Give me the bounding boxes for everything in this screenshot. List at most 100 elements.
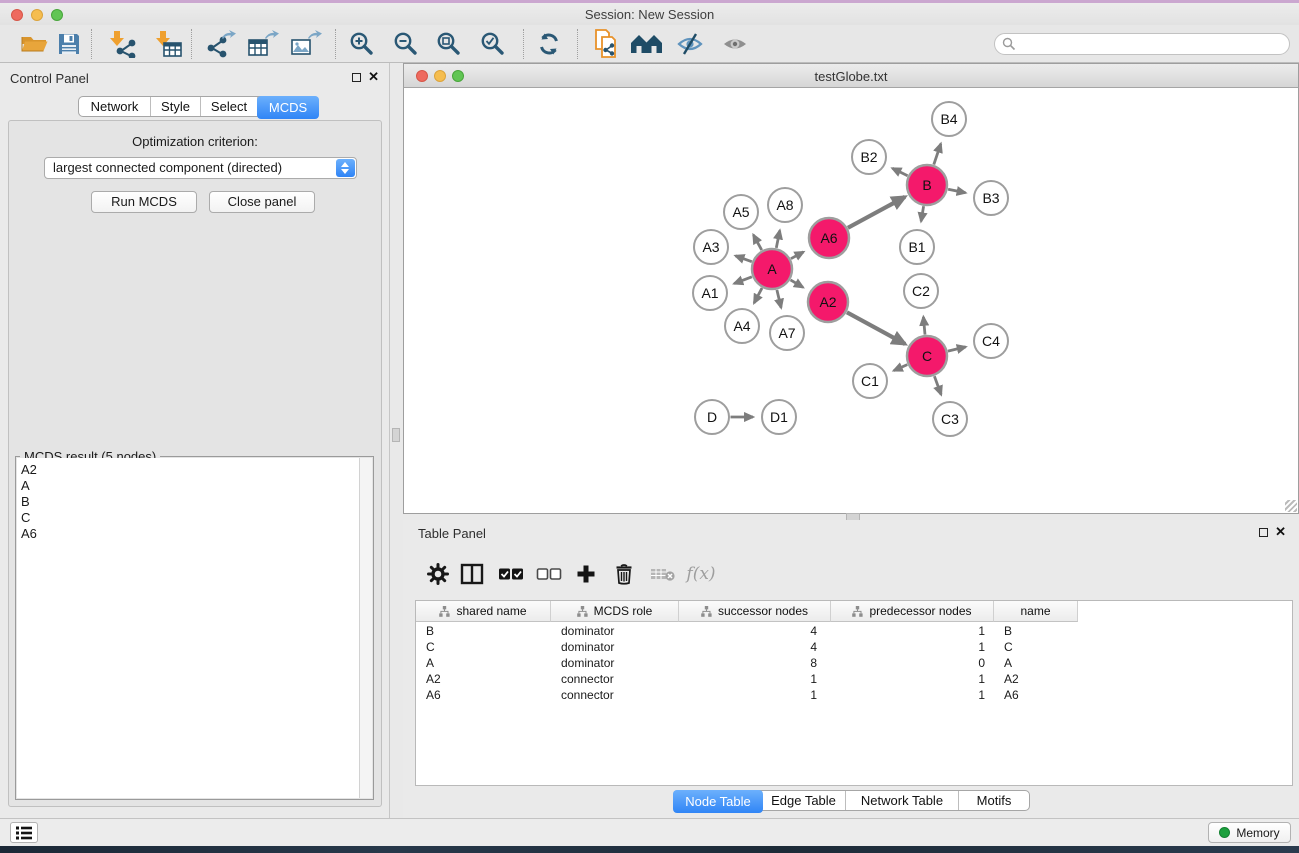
open-session-button[interactable] — [17, 28, 51, 60]
divider-handle[interactable] — [392, 428, 400, 442]
network-canvas[interactable]: B4 B2 B B3 A8 A5 A6 B1 A3 A C2 A1 A2 A4 A7 C4 C C1 D D1 C3 — [403, 88, 1299, 514]
column-header[interactable]: successor nodes — [679, 601, 831, 622]
import-table-button[interactable] — [151, 28, 185, 60]
graph-edge[interactable] — [754, 288, 762, 303]
graph-node[interactable]: A7 — [770, 316, 804, 350]
list-item[interactable]: C — [17, 510, 372, 526]
graph-node[interactable]: A8 — [768, 188, 802, 222]
graph-node[interactable]: B3 — [974, 181, 1008, 215]
list-item[interactable]: A6 — [17, 526, 372, 542]
graph-edge[interactable] — [777, 290, 781, 308]
memory-button[interactable]: Memory — [1208, 822, 1291, 843]
graphics-details-button[interactable] — [673, 28, 707, 60]
graph-node[interactable]: A1 — [693, 276, 727, 310]
close-panel-icon[interactable]: ✕ — [368, 69, 379, 85]
graph-edge[interactable] — [923, 317, 925, 335]
table-settings-button[interactable] — [423, 561, 453, 587]
save-session-button[interactable] — [52, 28, 86, 60]
graph-node[interactable]: A6 — [809, 218, 849, 258]
column-visibility-button[interactable] — [457, 561, 487, 587]
graph-node[interactable]: C2 — [904, 274, 938, 308]
tab-edge-table[interactable]: Edge Table — [762, 791, 846, 810]
table-row[interactable]: Cdominator41C — [416, 639, 1292, 655]
graph-edge[interactable] — [848, 197, 905, 228]
float-panel-icon[interactable] — [352, 73, 361, 82]
tab-node-table[interactable]: Node Table — [673, 790, 763, 813]
table-row[interactable]: Bdominator41B — [416, 623, 1292, 639]
tab-network-table[interactable]: Network Table — [846, 791, 959, 810]
zoom-in-button[interactable] — [345, 28, 379, 60]
graph-node[interactable]: B2 — [852, 140, 886, 174]
tab-network[interactable]: Network — [79, 97, 151, 116]
export-network-button[interactable] — [204, 28, 238, 60]
graph-edge[interactable] — [847, 312, 905, 344]
run-mcds-button[interactable]: Run MCDS — [91, 191, 197, 213]
graph-edge[interactable] — [791, 252, 804, 259]
graph-node[interactable]: A2 — [808, 282, 848, 322]
criterion-dropdown[interactable]: largest connected component (directed) — [44, 157, 357, 179]
list-item[interactable]: A — [17, 478, 372, 494]
table-row[interactable]: A6connector11A6 — [416, 687, 1292, 703]
close-panel-icon[interactable]: ✕ — [1275, 524, 1286, 540]
graph-node[interactable]: D1 — [762, 400, 796, 434]
graph-node[interactable]: C4 — [974, 324, 1008, 358]
add-column-button[interactable] — [571, 561, 601, 587]
graph-edge[interactable] — [736, 256, 752, 262]
column-header[interactable]: MCDS role — [551, 601, 679, 622]
graph-node[interactable]: A4 — [725, 309, 759, 343]
graph-node[interactable]: A3 — [694, 230, 728, 264]
column-header[interactable]: shared name — [416, 601, 551, 622]
select-all-rows-button[interactable] — [496, 561, 526, 587]
float-panel-icon[interactable] — [1259, 528, 1268, 537]
zoom-out-button[interactable] — [389, 28, 423, 60]
graph-edge[interactable] — [791, 280, 804, 287]
graph-node[interactable]: B — [907, 165, 947, 205]
graph-node[interactable]: B1 — [900, 230, 934, 264]
deselect-all-rows-button[interactable] — [534, 561, 564, 587]
resize-grip[interactable] — [1285, 500, 1297, 512]
graph-edge[interactable] — [948, 347, 966, 351]
delete-column-button[interactable] — [609, 561, 639, 587]
tab-motifs[interactable]: Motifs — [959, 791, 1029, 810]
task-history-button[interactable] — [10, 822, 38, 843]
tab-style[interactable]: Style — [151, 97, 201, 116]
table-row[interactable]: A2connector11A2 — [416, 671, 1292, 687]
graph-node[interactable]: C — [907, 336, 947, 376]
graph-node[interactable]: B4 — [932, 102, 966, 136]
zoom-selected-button[interactable] — [476, 28, 510, 60]
vertical-split-divider[interactable] — [390, 63, 403, 818]
scrollbar[interactable] — [359, 458, 372, 798]
graph-edge[interactable] — [734, 277, 752, 284]
graph-edge[interactable] — [934, 144, 941, 165]
graph-edge[interactable] — [776, 231, 780, 248]
export-image-button[interactable] — [289, 28, 323, 60]
graph-node[interactable]: A — [752, 249, 792, 289]
graph-edge[interactable] — [894, 365, 908, 371]
graph-edge[interactable] — [921, 206, 924, 221]
graph-edge[interactable] — [753, 235, 761, 250]
graph-node[interactable]: A5 — [724, 195, 758, 229]
close-panel-button[interactable]: Close panel — [209, 191, 315, 213]
search-field[interactable] — [994, 33, 1290, 55]
graph-edge[interactable] — [948, 189, 965, 193]
column-header[interactable]: name — [994, 601, 1078, 622]
column-header[interactable]: predecessor nodes — [831, 601, 994, 622]
zoom-fit-button[interactable] — [432, 28, 466, 60]
tab-select[interactable]: Select — [201, 97, 258, 116]
list-item[interactable]: B — [17, 494, 372, 510]
home-button[interactable] — [630, 28, 664, 60]
refresh-button[interactable] — [532, 28, 566, 60]
tab-mcds[interactable]: MCDS — [257, 96, 319, 119]
list-item[interactable]: A2 — [17, 458, 372, 478]
search-input[interactable] — [1016, 37, 1289, 51]
graph-edge[interactable] — [934, 376, 941, 394]
new-network-from-selection-button[interactable] — [590, 28, 624, 60]
graph-node[interactable]: D — [695, 400, 729, 434]
import-network-button[interactable] — [105, 28, 139, 60]
table-row[interactable]: Adominator80A — [416, 655, 1292, 671]
export-table-button[interactable] — [246, 28, 280, 60]
graph-node[interactable]: C3 — [933, 402, 967, 436]
export-image-icon — [290, 30, 322, 58]
graph-edge[interactable] — [892, 168, 907, 175]
graph-node[interactable]: C1 — [853, 364, 887, 398]
